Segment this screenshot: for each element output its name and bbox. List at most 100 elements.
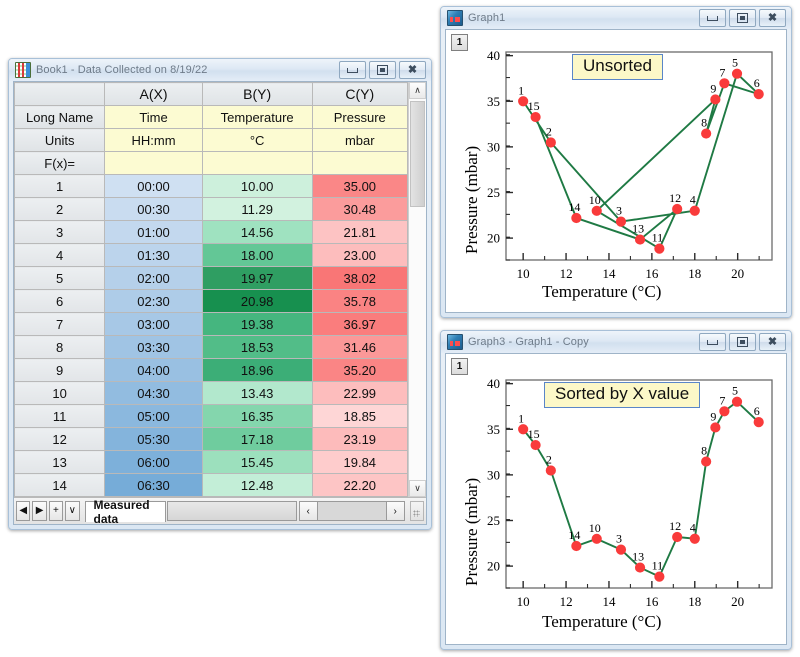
cell-pressure[interactable]: 21.81: [311, 220, 408, 244]
data-point[interactable]: [710, 422, 721, 433]
cell-time[interactable]: 00:30: [104, 197, 203, 221]
cell-time[interactable]: 02:30: [104, 289, 203, 313]
data-point[interactable]: [545, 137, 556, 148]
cell-time[interactable]: 01:00: [104, 220, 203, 244]
vertical-scroll-thumb[interactable]: [410, 101, 425, 207]
cell-pressure[interactable]: 23.00: [311, 243, 408, 267]
cell-time[interactable]: 06:30: [104, 473, 203, 497]
cell-time[interactable]: 05:30: [104, 427, 203, 451]
resize-grip[interactable]: [409, 501, 425, 521]
graph3-body[interactable]: 1 Sorted by X value 20 25 30 35 40 10 12 14 16 18…: [445, 353, 787, 645]
data-point[interactable]: [591, 533, 602, 544]
row-header[interactable]: 1: [14, 174, 106, 198]
data-point[interactable]: [753, 89, 764, 100]
chart-title-unsorted[interactable]: Unsorted: [572, 54, 663, 80]
column-header-B[interactable]: B(Y): [201, 82, 313, 106]
worksheet-grid[interactable]: A(X) B(Y) C(Y) Long Name Time Temperature Pres…: [14, 82, 408, 497]
data-point[interactable]: [518, 424, 529, 435]
scroll-down-button[interactable]: ∨: [409, 480, 426, 497]
column-header-C[interactable]: C(Y): [311, 82, 408, 106]
cell-pressure[interactable]: 19.84: [311, 450, 408, 474]
data-point[interactable]: [701, 456, 712, 467]
data-point[interactable]: [634, 562, 646, 573]
meta-cell-formula-B[interactable]: [201, 151, 313, 175]
row-header[interactable]: 9: [14, 358, 106, 382]
cell-pressure[interactable]: 38.02: [311, 266, 408, 290]
cell-pressure[interactable]: 36.97: [311, 312, 408, 336]
minimize-button[interactable]: [699, 9, 726, 27]
maximize-button[interactable]: [729, 9, 756, 27]
vertical-scrollbar[interactable]: ∧ ∨: [408, 82, 426, 497]
horizontal-scroll-track[interactable]: [317, 501, 386, 521]
data-table[interactable]: A(X) B(Y) C(Y) Long Name Time Temperature Pres…: [14, 82, 408, 497]
graph1-body[interactable]: 1 Unsorted 20 25 30 35 40 10 12 14 16 18 20 1 2 3 4 5 6 7…: [445, 29, 787, 313]
row-header[interactable]: 14: [14, 473, 106, 497]
row-header[interactable]: 10: [14, 381, 106, 405]
data-point[interactable]: [634, 234, 646, 245]
minimize-button[interactable]: [339, 61, 366, 79]
cell-temperature[interactable]: 14.56: [201, 220, 313, 244]
corner-cell[interactable]: [14, 82, 106, 106]
maximize-button[interactable]: [729, 333, 756, 351]
cell-temperature[interactable]: 19.97: [201, 266, 313, 290]
meta-cell-long-name-B[interactable]: Temperature: [201, 105, 313, 129]
meta-cell-units-C[interactable]: mbar: [311, 128, 408, 152]
cell-time[interactable]: 05:00: [104, 404, 203, 428]
cell-temperature[interactable]: 18.96: [201, 358, 313, 382]
scroll-up-button[interactable]: ∧: [409, 82, 426, 99]
data-point[interactable]: [731, 396, 743, 407]
cell-pressure[interactable]: 35.00: [311, 174, 408, 198]
data-point[interactable]: [530, 439, 541, 451]
cell-temperature[interactable]: 12.48: [201, 473, 313, 497]
workbook-titlebar[interactable]: Book1 - Data Collected on 8/19/22 ✖: [9, 59, 431, 81]
row-header[interactable]: 2: [14, 197, 106, 221]
data-point[interactable]: [654, 243, 665, 254]
data-point[interactable]: [719, 78, 730, 89]
cell-time[interactable]: 02:00: [104, 266, 203, 290]
add-sheet-button[interactable]: +: [48, 501, 64, 521]
cell-time[interactable]: 06:00: [104, 450, 203, 474]
hscroll-right-button[interactable]: ›: [385, 501, 405, 521]
row-header[interactable]: 7: [14, 312, 106, 336]
data-point[interactable]: [615, 544, 627, 555]
data-point[interactable]: [545, 465, 556, 476]
cell-pressure[interactable]: 35.20: [311, 358, 408, 382]
data-point[interactable]: [689, 205, 700, 216]
cell-pressure[interactable]: 30.48: [311, 197, 408, 221]
cell-pressure[interactable]: 35.78: [311, 289, 408, 313]
data-point[interactable]: [672, 531, 683, 543]
cell-time[interactable]: 03:30: [104, 335, 203, 359]
row-header[interactable]: 4: [14, 243, 106, 267]
cell-temperature[interactable]: 16.35: [201, 404, 313, 428]
data-point[interactable]: [672, 203, 683, 215]
cell-temperature[interactable]: 18.00: [201, 243, 313, 267]
cell-time[interactable]: 04:00: [104, 358, 203, 382]
cell-temperature[interactable]: 11.29: [201, 197, 313, 221]
sheet-menu-button[interactable]: ∨: [65, 501, 80, 521]
meta-cell-long-name-C[interactable]: Pressure: [311, 105, 408, 129]
graph3-titlebar[interactable]: Graph3 - Graph1 - Copy ✖: [441, 331, 791, 353]
cell-time[interactable]: 01:30: [104, 243, 203, 267]
data-point[interactable]: [701, 128, 712, 139]
graph3-window[interactable]: Graph3 - Graph1 - Copy ✖ 1 Sorted by X v…: [440, 330, 792, 650]
meta-cell-formula-C[interactable]: [311, 151, 408, 175]
row-header[interactable]: 5: [14, 266, 106, 290]
next-sheet-button[interactable]: ▶: [32, 501, 47, 521]
hscroll-left-button[interactable]: ‹: [298, 501, 318, 521]
row-header[interactable]: 11: [14, 404, 106, 428]
row-header[interactable]: 12: [14, 427, 106, 451]
data-point[interactable]: [530, 111, 541, 123]
meta-cell-units-A[interactable]: HH:mm: [104, 128, 203, 152]
data-point[interactable]: [719, 406, 730, 417]
layer-badge[interactable]: 1: [451, 358, 468, 375]
horizontal-scrollbar[interactable]: ‹ ›: [298, 501, 405, 521]
meta-cell-units-B[interactable]: °C: [201, 128, 313, 152]
prev-sheet-button[interactable]: ◀: [16, 501, 31, 521]
cell-time[interactable]: 03:00: [104, 312, 203, 336]
meta-cell-formula-A[interactable]: [104, 151, 203, 175]
data-point[interactable]: [710, 94, 721, 105]
data-point[interactable]: [753, 417, 764, 428]
row-header[interactable]: 8: [14, 335, 106, 359]
cell-temperature[interactable]: 19.38: [201, 312, 313, 336]
cell-pressure[interactable]: 22.20: [311, 473, 408, 497]
